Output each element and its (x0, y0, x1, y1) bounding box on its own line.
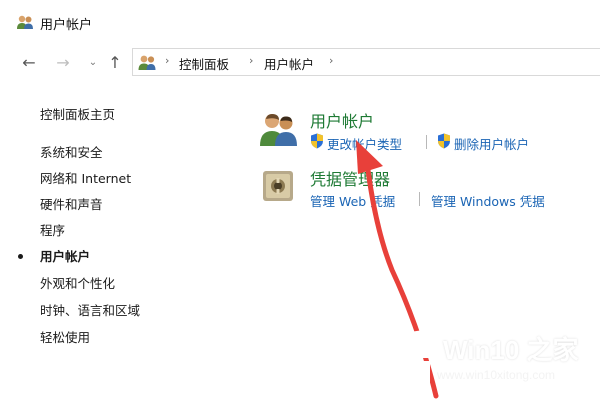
watermark-url: www.win10xitong.com (437, 368, 556, 382)
windows-logo-icon (372, 329, 430, 389)
watermark: Win10 之家 www.win10xitong.com (367, 322, 600, 400)
watermark-title: Win10 之家 (443, 335, 579, 365)
